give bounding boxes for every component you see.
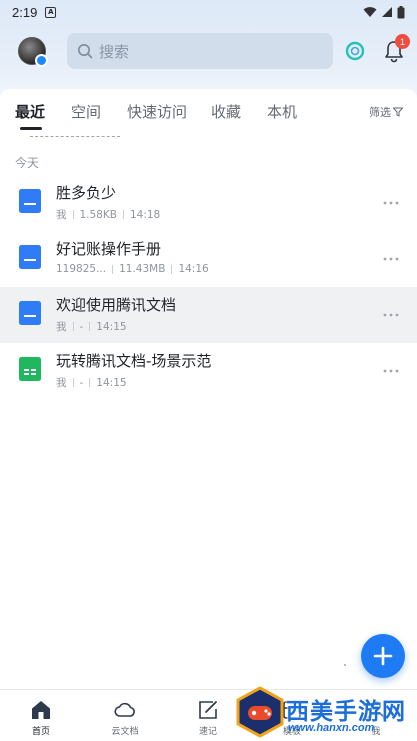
file-size: - (79, 320, 84, 333)
doc-file-icon (19, 301, 41, 325)
nav-cloud-docs-label: 云文档 (111, 727, 139, 737)
file-meta: 我 - 14:15 (56, 375, 127, 390)
search-input[interactable]: 搜索 (67, 33, 333, 69)
file-title: 欢迎使用腾讯文档 (56, 296, 177, 314)
battery-icon (397, 5, 405, 18)
home-icon (32, 701, 50, 719)
tab-recent[interactable]: 最近 (15, 101, 45, 122)
note-edit-icon (199, 701, 217, 719)
nav-quick-notes-label: 速记 (198, 727, 217, 737)
watermark-text: 西美手游网 (286, 699, 406, 725)
file-time: 14:18 (129, 208, 161, 221)
file-time: 14:15 (96, 376, 127, 389)
notification-count-badge: 1 (395, 34, 410, 49)
tab-favorites[interactable]: 收藏 (211, 101, 241, 122)
status-time: 2:19 (12, 4, 38, 20)
more-options-icon[interactable] (382, 249, 400, 269)
file-time: 14:16 (178, 263, 209, 275)
file-meta: 119825... 11.43MB 14:16 (56, 263, 209, 275)
more-options-icon[interactable] (382, 193, 400, 213)
watermark-url: www.hanxn.com (288, 722, 375, 734)
filter-label: 筛选 (369, 106, 391, 119)
more-options-icon[interactable] (382, 361, 400, 381)
cloud-icon (114, 702, 135, 717)
file-list-item[interactable]: 胜多负少 我 1.58KB 14:18 (0, 175, 417, 231)
tab-quick-access[interactable]: 快速访问 (127, 101, 187, 122)
status-bar: 2:19 A (0, 0, 417, 24)
search-placeholder: 搜索 (99, 42, 130, 61)
file-owner: 我 (56, 209, 67, 221)
file-meta: 我 1.58KB 14:18 (56, 207, 160, 222)
signal-icon (382, 7, 392, 17)
file-list-item[interactable]: 好记账操作手册 119825... 11.43MB 14:16 (0, 231, 417, 287)
file-size: - (79, 376, 84, 389)
tab-local[interactable]: 本机 (267, 101, 297, 122)
watermark-logo-icon (236, 686, 284, 738)
file-title: 胜多负少 (56, 184, 117, 202)
filter-icon (393, 107, 403, 117)
file-list-item[interactable]: 玩转腾讯文档-场景示范 我 - 14:15 (0, 343, 417, 399)
avatar-badge-icon (35, 54, 48, 67)
file-owner: 我 (56, 377, 67, 389)
file-size: 1.58KB (79, 208, 117, 221)
wifi-icon (363, 7, 377, 17)
file-owner: 119825... (56, 263, 107, 275)
plus-icon (373, 646, 393, 666)
file-meta: 我 - 14:15 (56, 319, 127, 334)
file-owner: 我 (56, 321, 67, 333)
search-icon (77, 43, 93, 59)
filter-button[interactable]: 筛选 (369, 104, 403, 120)
section-label-today: 今天 (15, 156, 40, 170)
nav-cloud-docs[interactable]: 云文档 (95, 690, 155, 741)
file-title: 好记账操作手册 (56, 240, 162, 258)
file-time: 14:15 (96, 320, 127, 333)
site-watermark: 西美手游网 www.hanxn.com (232, 686, 417, 741)
partially-hidden-row (0, 133, 417, 141)
tab-space[interactable]: 空间 (71, 101, 101, 122)
more-options-icon[interactable] (382, 305, 400, 325)
active-tab-indicator (20, 127, 42, 130)
file-size: 11.43MB (119, 263, 166, 275)
doc-file-icon (19, 189, 41, 213)
notification-a-icon: A (45, 6, 57, 18)
doc-file-icon (19, 245, 41, 269)
file-title: 玩转腾讯文档-场景示范 (56, 352, 212, 370)
sheet-file-icon (19, 357, 41, 381)
create-new-button[interactable] (361, 634, 405, 678)
nav-quick-notes[interactable]: 速记 (178, 690, 238, 741)
nav-home[interactable]: 首页 (11, 690, 71, 741)
top-header: 搜索 1 (0, 30, 417, 74)
nav-home-label: 首页 (31, 727, 50, 737)
file-list-item[interactable]: 欢迎使用腾讯文档 我 - 14:15 (0, 287, 417, 343)
tab-bar: 最近 空间 快速访问 收藏 本机 筛选 (0, 89, 417, 133)
decorative-dot (344, 664, 346, 666)
ai-assistant-icon[interactable] (344, 40, 366, 62)
